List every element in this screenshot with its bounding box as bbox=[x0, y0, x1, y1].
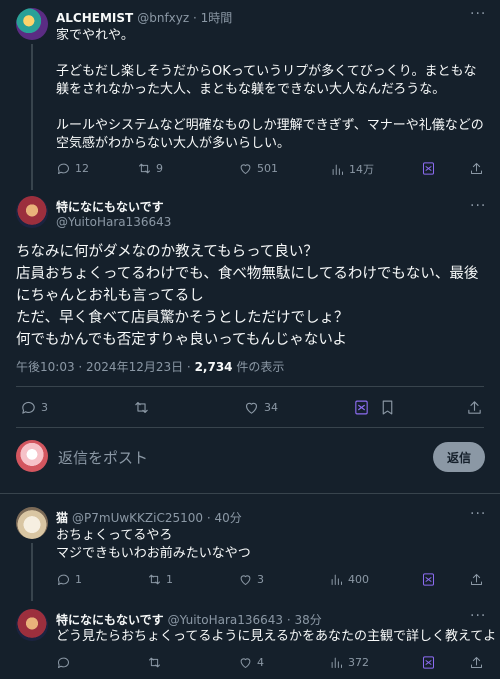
grok-button[interactable] bbox=[421, 655, 436, 670]
views-button[interactable]: 14万 bbox=[330, 161, 374, 177]
more-icon[interactable]: ··· bbox=[470, 608, 486, 624]
more-icon[interactable]: ··· bbox=[470, 506, 486, 522]
heart-icon bbox=[240, 658, 251, 668]
tweet-header: 特になにもないです @YuitoHara136643 · 38分 bbox=[56, 611, 322, 628]
grok-button[interactable] bbox=[421, 572, 436, 587]
speech-bubble-icon bbox=[57, 657, 69, 668]
handle[interactable]: @YuitoHara136643 bbox=[56, 215, 171, 229]
reply-count: 12 bbox=[75, 162, 89, 175]
tweet-header: ALCHEMIST @bnfxyz · 1時間 bbox=[56, 9, 232, 26]
thread-line bbox=[31, 543, 33, 601]
tweet-text: どう見たらおちょくってるように見えるかをあなたの主観で詳しく教えてよ bbox=[56, 629, 496, 644]
share-button[interactable] bbox=[469, 655, 484, 670]
avatar[interactable] bbox=[16, 8, 48, 40]
like-count: 34 bbox=[264, 401, 278, 414]
retweet-button[interactable] bbox=[147, 655, 162, 670]
share-button[interactable] bbox=[466, 399, 483, 416]
display-name[interactable]: ALCHEMIST bbox=[56, 11, 133, 25]
divider bbox=[16, 427, 484, 428]
display-name[interactable]: 猫 bbox=[56, 509, 68, 526]
retweet-icon bbox=[135, 401, 148, 414]
thread-line bbox=[31, 44, 33, 190]
display-name[interactable]: 特になにもないです bbox=[56, 198, 164, 215]
speech-bubble-icon bbox=[57, 574, 69, 585]
divider bbox=[0, 493, 500, 494]
views-button[interactable]: 372 bbox=[329, 655, 369, 670]
views-count: 14万 bbox=[349, 163, 374, 176]
like-button[interactable]: 4 bbox=[238, 655, 264, 670]
handle-and-time[interactable]: @YuitoHara136643 · 38分 bbox=[168, 611, 322, 628]
tweet-text: おちょくってるやろ マジできもいわお前みたいなやつ bbox=[56, 528, 251, 561]
retweet-button[interactable]: 9 bbox=[137, 161, 163, 176]
speech-bubble-icon bbox=[22, 402, 35, 414]
bookmark-button[interactable] bbox=[379, 399, 396, 416]
retweet-count: 1 bbox=[166, 573, 173, 586]
speech-bubble-icon bbox=[57, 163, 69, 174]
retweet-icon bbox=[149, 657, 160, 668]
reply-button[interactable] bbox=[56, 655, 71, 670]
avatar[interactable] bbox=[16, 196, 48, 228]
divider bbox=[16, 386, 484, 387]
more-icon[interactable]: ··· bbox=[470, 6, 486, 22]
reply-count: 3 bbox=[41, 401, 48, 414]
bar-chart-icon bbox=[332, 164, 343, 175]
share-icon bbox=[471, 163, 482, 174]
reply-button[interactable]: 3 bbox=[20, 399, 48, 416]
retweet-button[interactable] bbox=[133, 399, 150, 416]
display-name[interactable]: 特になにもないです bbox=[56, 611, 164, 628]
like-button[interactable]: 34 bbox=[243, 399, 278, 416]
like-button[interactable]: 501 bbox=[238, 161, 278, 176]
reply-button[interactable]: 1 bbox=[56, 572, 82, 587]
retweet-icon bbox=[139, 163, 150, 174]
reply-submit-button[interactable]: 返信 bbox=[433, 442, 485, 472]
handle-and-time[interactable]: @P7mUwKKZiC25100 · 40分 bbox=[72, 509, 242, 526]
avatar[interactable] bbox=[16, 440, 48, 472]
timestamp-and-views: 午後10:03 · 2024年12月23日 · 2,734 件の表示 bbox=[16, 358, 284, 375]
share-button[interactable] bbox=[469, 161, 484, 176]
bar-chart-icon bbox=[331, 574, 342, 585]
heart-icon bbox=[240, 575, 251, 585]
bookmark-icon bbox=[382, 400, 393, 415]
views-label: 件の表示 bbox=[232, 360, 285, 374]
grok-button[interactable] bbox=[353, 399, 370, 416]
handle-and-time[interactable]: @bnfxyz · 1時間 bbox=[137, 9, 232, 26]
views-button[interactable]: 400 bbox=[329, 572, 369, 587]
tweet-text: 家でやれや。 子どもだし楽しそうだからOKっていうリプが多くてびっくり。まともな… bbox=[56, 28, 484, 151]
bar-chart-icon bbox=[331, 657, 342, 668]
more-icon[interactable]: ··· bbox=[470, 198, 486, 214]
retweet-button[interactable]: 1 bbox=[147, 572, 173, 587]
reply-input[interactable]: 返信をポスト bbox=[58, 447, 148, 468]
timestamp[interactable]: 午後10:03 · 2024年12月23日 · bbox=[16, 360, 195, 374]
retweet-icon bbox=[149, 574, 160, 585]
retweet-count: 9 bbox=[156, 162, 163, 175]
share-icon bbox=[471, 574, 482, 585]
grok-icon bbox=[423, 656, 434, 669]
share-icon bbox=[468, 401, 481, 414]
grok-icon bbox=[423, 162, 434, 175]
views-count: 2,734 bbox=[194, 360, 233, 374]
reply-button[interactable]: 12 bbox=[56, 161, 89, 176]
like-count: 3 bbox=[257, 573, 264, 586]
views-count: 372 bbox=[348, 656, 369, 669]
views-count: 400 bbox=[348, 573, 369, 586]
grok-icon bbox=[355, 400, 368, 415]
heart-icon bbox=[245, 402, 258, 414]
like-count: 501 bbox=[257, 162, 278, 175]
like-count: 4 bbox=[257, 656, 264, 669]
tweet-text: ちなみに何がダメなのか教えてもらって良い？ 店員おちょくってるわけでも、食べ物無… bbox=[16, 244, 479, 348]
reply-count: 1 bbox=[75, 573, 82, 586]
share-button[interactable] bbox=[469, 572, 484, 587]
avatar[interactable] bbox=[16, 507, 48, 539]
grok-button[interactable] bbox=[421, 161, 436, 176]
tweet-header: 猫 @P7mUwKKZiC25100 · 40分 bbox=[56, 509, 242, 526]
heart-icon bbox=[240, 164, 251, 174]
like-button[interactable]: 3 bbox=[238, 572, 264, 587]
grok-icon bbox=[423, 573, 434, 586]
share-icon bbox=[471, 657, 482, 668]
avatar[interactable] bbox=[16, 609, 48, 641]
